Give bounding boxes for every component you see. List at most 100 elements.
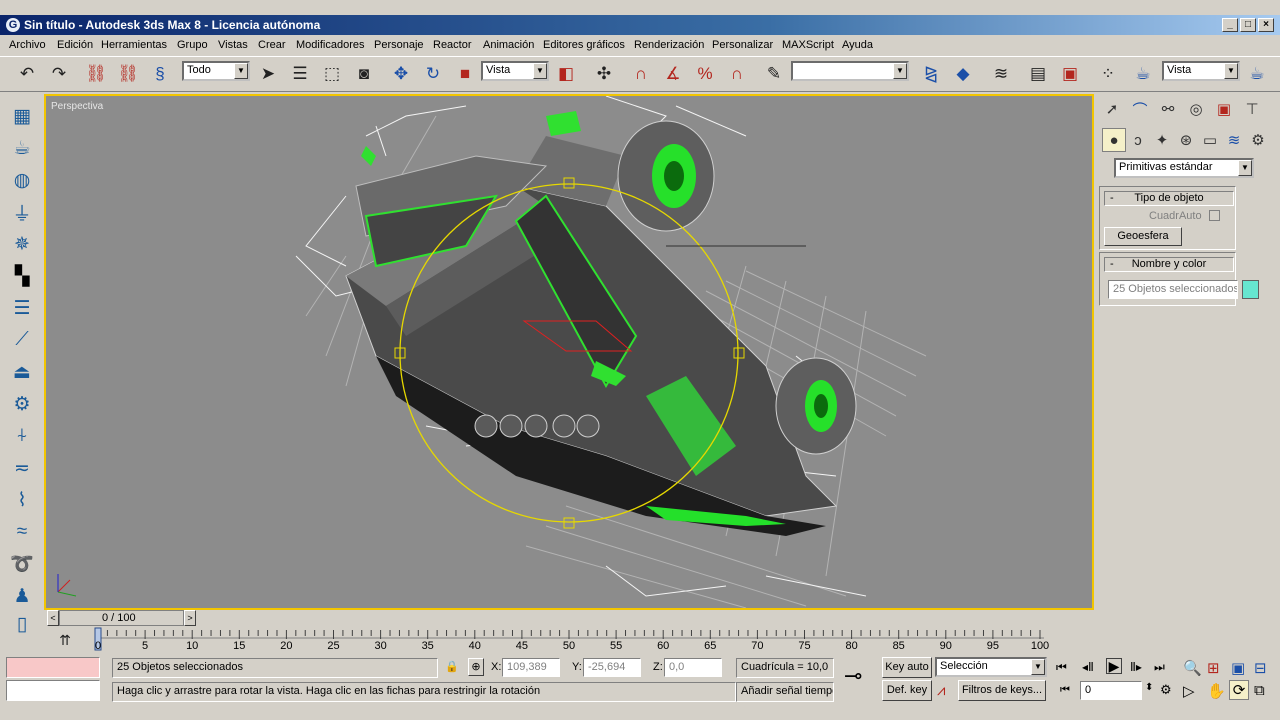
- zoom-extents-icon[interactable]: ▣: [1231, 659, 1245, 677]
- viewport-label[interactable]: Perspectiva: [51, 101, 103, 112]
- key-mode-dropdown[interactable]: Selección ▼: [935, 657, 1047, 677]
- set-key-icon[interactable]: ⊸: [844, 663, 862, 689]
- create-tab-icon[interactable]: ➚: [1100, 97, 1124, 121]
- geosphere-button[interactable]: Geoesfera: [1104, 227, 1182, 246]
- display-tab-icon[interactable]: ▣: [1212, 97, 1236, 121]
- selection-filter-dropdown[interactable]: Todo ▼: [182, 61, 250, 81]
- maximize-button[interactable]: □: [1240, 18, 1256, 32]
- layer-manager-icon[interactable]: ≋: [988, 61, 1014, 87]
- zoom-icon[interactable]: 🔍: [1183, 659, 1202, 677]
- menu-reactor[interactable]: Reactor: [433, 39, 472, 51]
- z-coordinate-field[interactable]: 0,0: [664, 658, 722, 677]
- perspective-viewport[interactable]: Perspectiva: [44, 94, 1094, 610]
- create-ripple-icon[interactable]: ≈: [8, 518, 36, 546]
- shapes-icon[interactable]: ↄ: [1126, 128, 1150, 152]
- create-spacewarp-icon[interactable]: ≂: [8, 454, 36, 482]
- menu-grupo[interactable]: Grupo: [177, 39, 208, 51]
- create-biped-icon[interactable]: ⍭: [8, 422, 36, 450]
- select-and-link-icon[interactable]: ⛓: [83, 61, 109, 87]
- create-box-icon[interactable]: ▦: [8, 102, 36, 130]
- snap-3d-icon[interactable]: ∩: [628, 61, 654, 87]
- schematic-view-icon[interactable]: ▣: [1057, 61, 1083, 87]
- select-and-scale-icon[interactable]: ■: [452, 61, 478, 87]
- redo-icon[interactable]: ↷: [46, 61, 72, 87]
- time-slider[interactable]: < 0 / 100 >: [44, 608, 1094, 626]
- quick-render-icon[interactable]: ☕: [1244, 61, 1270, 87]
- motion-tab-icon[interactable]: ◎: [1184, 97, 1208, 121]
- x-coordinate-field[interactable]: 109,389: [502, 658, 560, 677]
- primitive-category-dropdown[interactable]: Primitivas estándar ▼: [1114, 158, 1254, 178]
- create-gear-icon[interactable]: ⚙: [8, 390, 36, 418]
- close-button[interactable]: ×: [1258, 18, 1274, 32]
- create-light-icon[interactable]: ✵: [8, 230, 36, 258]
- create-character-icon[interactable]: ♟: [8, 582, 36, 610]
- utilities-tab-icon[interactable]: ⊤: [1240, 97, 1264, 121]
- helpers-icon[interactable]: ▭: [1198, 128, 1222, 152]
- key-auto-button[interactable]: Key auto: [882, 657, 932, 678]
- current-frame-field[interactable]: 0: [1080, 681, 1142, 700]
- menu-animacion[interactable]: Animación: [483, 39, 534, 51]
- time-next-icon[interactable]: >: [184, 610, 196, 626]
- create-teapot-icon[interactable]: ☕: [8, 134, 36, 162]
- autogrid-checkbox[interactable]: [1209, 210, 1220, 221]
- select-and-move-icon[interactable]: ✥: [388, 61, 414, 87]
- y-coordinate-field[interactable]: -25,694: [583, 658, 641, 677]
- select-by-name-icon[interactable]: ☰: [287, 61, 313, 87]
- key-tangent-icon[interactable]: ⩘: [937, 682, 945, 699]
- create-wave-icon[interactable]: ⌇: [8, 486, 36, 514]
- menu-crear[interactable]: Crear: [258, 39, 286, 51]
- key-filters-button[interactable]: Filtros de keys...: [958, 680, 1046, 701]
- lock-selection-icon[interactable]: 🔒: [445, 660, 459, 673]
- app-icon[interactable]: G: [6, 18, 20, 32]
- menu-editores-graficos[interactable]: Editores gráficos: [543, 39, 625, 51]
- menu-renderizacion[interactable]: Renderización: [634, 39, 704, 51]
- bind-space-warp-icon[interactable]: §: [147, 61, 173, 87]
- systems-icon[interactable]: ⚙: [1246, 128, 1270, 152]
- create-camera-icon[interactable]: ▯: [8, 610, 36, 638]
- object-color-swatch[interactable]: [1242, 280, 1259, 299]
- select-object-icon[interactable]: ➤: [255, 61, 281, 87]
- menu-personalizar[interactable]: Personalizar: [712, 39, 773, 51]
- angle-snap-icon[interactable]: ∡: [660, 61, 686, 87]
- align-icon[interactable]: ◆: [950, 61, 976, 87]
- next-frame-icon[interactable]: Ⅱ▸: [1130, 660, 1142, 674]
- pivot-center-icon[interactable]: ◧: [553, 61, 579, 87]
- menu-herramientas[interactable]: Herramientas: [101, 39, 167, 51]
- spacewarps-icon[interactable]: ≋: [1222, 128, 1246, 152]
- select-and-manipulate-icon[interactable]: ✣: [591, 61, 617, 87]
- spinner-snap-icon[interactable]: ∩: [724, 61, 750, 87]
- zoom-extents-all-icon[interactable]: ⊟: [1254, 659, 1267, 677]
- set-key-button[interactable]: Def. key: [882, 680, 932, 701]
- checker-icon[interactable]: ▚: [8, 262, 36, 290]
- geometry-icon[interactable]: ●: [1102, 128, 1126, 152]
- go-to-end-icon[interactable]: ⏭: [1154, 660, 1165, 675]
- time-prev-icon[interactable]: <: [47, 610, 59, 626]
- unlink-icon[interactable]: ⛓: [115, 61, 141, 87]
- maxscript-listener-white[interactable]: [6, 680, 100, 701]
- menu-personaje[interactable]: Personaje: [374, 39, 424, 51]
- go-to-start-icon[interactable]: ⏮: [1056, 660, 1067, 675]
- render-scene-icon[interactable]: ☕: [1130, 61, 1156, 87]
- create-plane-icon[interactable]: ⏚: [8, 198, 36, 226]
- window-crossing-icon[interactable]: ◙: [351, 61, 377, 87]
- absolute-mode-icon[interactable]: ⊕: [468, 658, 484, 676]
- frame-spinner-icon[interactable]: ⬍: [1145, 682, 1153, 693]
- percent-snap-icon[interactable]: %: [692, 61, 718, 87]
- object-name-field[interactable]: 25 Objetos seleccionados: [1108, 280, 1238, 299]
- create-sphere-icon[interactable]: ◍: [8, 166, 36, 194]
- lights-icon[interactable]: ✦: [1150, 128, 1174, 152]
- object-type-header[interactable]: - Tipo de objeto: [1104, 191, 1234, 206]
- menu-ayuda[interactable]: Ayuda: [842, 39, 873, 51]
- menu-archivo[interactable]: Archivo: [9, 39, 46, 51]
- edit-named-selections-icon[interactable]: ✎: [761, 61, 787, 87]
- zoom-all-icon[interactable]: ⊞: [1207, 659, 1220, 677]
- cameras-icon[interactable]: ⊛: [1174, 128, 1198, 152]
- mirror-icon[interactable]: ⧎: [918, 61, 944, 87]
- title-bar[interactable]: G Sin título - Autodesk 3ds Max 8 - Lice…: [0, 15, 1280, 35]
- add-time-tag-button[interactable]: Añadir señal tiempo: [736, 682, 834, 702]
- render-view-dropdown[interactable]: Vista ▼: [1162, 61, 1240, 81]
- pan-icon[interactable]: ✋: [1207, 682, 1226, 700]
- create-helper-icon[interactable]: ⏏: [8, 358, 36, 386]
- time-config-icon[interactable]: ⚙: [1160, 682, 1172, 698]
- menu-edicion[interactable]: Edición: [57, 39, 93, 51]
